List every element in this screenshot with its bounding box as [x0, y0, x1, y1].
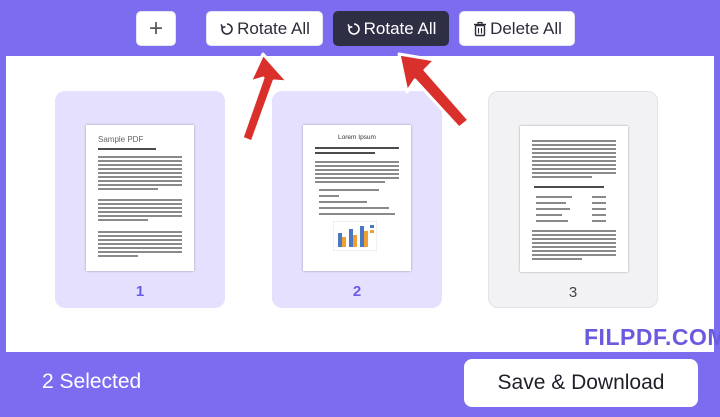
page-number-1: 1 [135, 283, 145, 300]
top-toolbar: + Rotate All Rotate All Delete All [0, 0, 720, 56]
plus-icon: + [148, 14, 163, 42]
rotate-all-dark-button[interactable]: Rotate All [333, 11, 449, 46]
delete-all-button[interactable]: Delete All [459, 11, 575, 46]
page-1-title: Sample PDF [98, 135, 144, 144]
page-thumbnail-1: Sample PDF [86, 125, 194, 271]
rotate-all-button[interactable]: Rotate All [206, 11, 323, 46]
app-window: + Rotate All Rotate All Delete All Sampl… [0, 0, 720, 417]
selected-count: 2 Selected [42, 370, 142, 393]
trash-icon [472, 21, 488, 37]
rotate-icon [346, 21, 362, 37]
page-thumbnail-2: Lorem Ipsum [303, 125, 411, 271]
page-card-2[interactable]: Lorem Ipsum 2 [272, 91, 442, 308]
page-card-3[interactable]: 3 [488, 91, 658, 308]
rotate-all-label: Rotate All [237, 18, 310, 38]
page-thumbnail-3 [520, 126, 628, 272]
rotate-icon [219, 21, 235, 37]
watermark: FILPDF.COM [584, 324, 720, 350]
save-download-button[interactable]: Save & Download [464, 359, 698, 407]
frame-right [714, 56, 720, 352]
add-page-button[interactable]: + [136, 11, 176, 46]
frame-left [0, 56, 6, 352]
rotate-all-label: Rotate All [363, 18, 437, 38]
page-number-2: 2 [352, 283, 362, 300]
page-2-title: Lorem Ipsum [338, 134, 376, 141]
page-number-3: 3 [568, 284, 578, 301]
mini-bar-chart [332, 220, 378, 252]
page-card-1[interactable]: Sample PDF 1 [55, 91, 225, 308]
delete-all-label: Delete All [490, 18, 562, 38]
